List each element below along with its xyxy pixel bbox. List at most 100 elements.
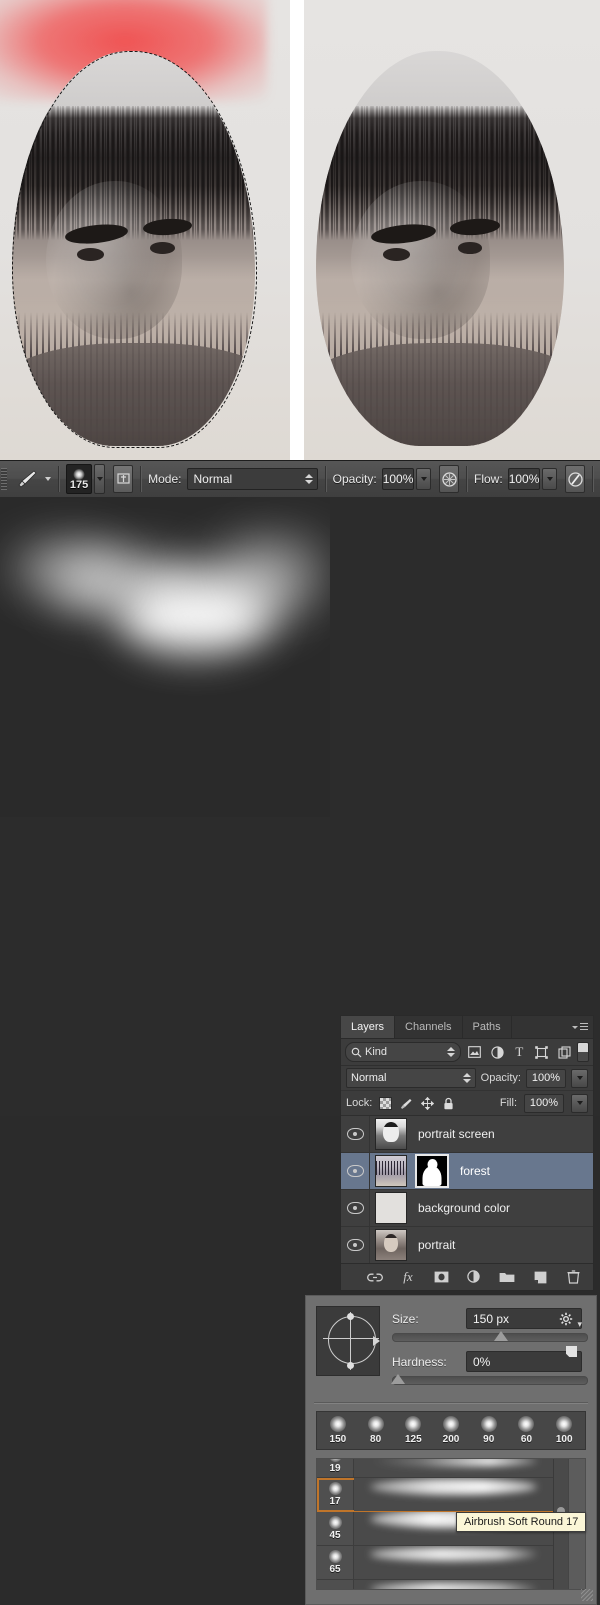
recent-preset-size-1: 80 [370,1434,382,1445]
layer-fill-dropdown[interactable] [571,1093,588,1113]
layer-blend-mode-select[interactable]: Normal [346,1068,476,1088]
document-window-right[interactable] [304,0,600,460]
brush-preset-size-0: 19 [329,1462,341,1474]
add-layer-mask-icon[interactable] [433,1269,449,1285]
recent-preset-size-3: 200 [442,1434,460,1445]
opacity-label: Opacity: [332,472,377,486]
new-group-folder-icon[interactable] [499,1269,515,1285]
layer-visibility-toggle-1[interactable] [341,1153,370,1189]
recent-preset-5[interactable]: 60 [508,1416,546,1445]
recent-preset-6[interactable]: 100 [545,1416,583,1445]
list-item[interactable]: 65 [317,1546,553,1580]
filter-smart-object-icon[interactable] [555,1043,573,1061]
brush-preset-chevron-icon[interactable] [45,477,52,481]
tab-channels[interactable]: Channels [395,1016,463,1038]
angle-handle-arrow-icon[interactable] [373,1336,380,1346]
shoulders-right [315,343,565,447]
brush-hardness-slider-handle[interactable] [391,1374,406,1384]
panel-menu-icon[interactable] [572,1021,588,1033]
list-item[interactable]: 19 [317,1459,553,1478]
brush-preset-left-3: 65 [317,1546,354,1579]
roundness-handle-top[interactable] [347,1313,354,1320]
lock-transparent-pixels-icon[interactable] [379,1096,393,1110]
new-brush-preset-icon[interactable] [566,1346,580,1360]
brush-hardness-slider[interactable] [391,1374,588,1385]
flow-pressure-toggle[interactable] [565,465,586,493]
lock-image-pixels-brush-icon[interactable] [399,1096,413,1110]
filter-shape-layer-icon[interactable] [533,1043,551,1061]
layer-fill-input[interactable]: 100% [524,1093,564,1113]
layer-visibility-toggle-0[interactable] [341,1116,370,1152]
filter-enable-toggle[interactable] [577,1042,589,1062]
stroke-preview-canvas[interactable] [0,497,330,817]
photoshop-window: 175 Mode: Normal Opacity: 100% Flow: 100… [0,0,600,1605]
layer-thumbnail-0[interactable] [375,1118,407,1150]
lock-all-padlock-icon[interactable] [441,1096,455,1110]
table-row[interactable]: portrait [341,1227,593,1263]
filter-adjustment-layer-icon[interactable] [488,1043,506,1061]
layer-name-3[interactable]: portrait [418,1238,455,1252]
layer-opacity-dropdown[interactable] [571,1068,588,1088]
brush-preset-size-2: 45 [329,1530,341,1541]
filter-kind-label: Kind [365,1046,388,1058]
opacity-input[interactable]: 100% [381,468,415,490]
list-item[interactable]: 17 [317,1478,553,1512]
brush-tip-dot-icon [73,469,85,480]
layers-panel: Layers Channels Paths Kind T Normal Opac… [340,1015,594,1291]
airbrush-toggle-button[interactable] [113,465,134,493]
settings-gear-icon[interactable]: ▾ [559,1312,582,1330]
filter-kind-select[interactable]: Kind [345,1042,462,1062]
opacity-dropdown-button[interactable] [416,468,432,490]
recent-preset-3[interactable]: 200 [432,1416,470,1445]
link-layers-icon[interactable] [367,1269,383,1285]
layer-opacity-input[interactable]: 100% [526,1068,566,1088]
table-row[interactable]: forest [341,1153,593,1190]
layer-name-1[interactable]: forest [460,1164,490,1178]
brush-tip-angle-roundness-preview[interactable] [316,1306,380,1376]
layer-name-0[interactable]: portrait screen [418,1127,495,1141]
document-window-left[interactable] [0,0,290,460]
table-row[interactable]: background color [341,1190,593,1227]
roundness-handle-bottom[interactable] [347,1362,354,1369]
layer-thumbnail-1[interactable] [375,1155,407,1187]
recent-preset-0[interactable]: 150 [319,1416,357,1445]
blend-mode-select[interactable]: Normal [186,468,318,490]
brush-hardness-input[interactable]: 0% [466,1351,582,1372]
recent-preset-size-4: 90 [483,1434,495,1445]
delete-layer-trash-icon[interactable] [565,1269,581,1285]
lock-position-move-icon[interactable] [420,1096,434,1110]
flow-input[interactable]: 100% [507,468,541,490]
tab-paths[interactable]: Paths [463,1016,512,1038]
recent-preset-1[interactable]: 80 [357,1416,395,1445]
new-layer-icon[interactable] [532,1269,548,1285]
flow-dropdown-button[interactable] [542,468,558,490]
recent-preset-4[interactable]: 90 [470,1416,508,1445]
layer-visibility-toggle-3[interactable] [341,1227,370,1263]
recent-preset-2[interactable]: 125 [394,1416,432,1445]
panel-resize-grip[interactable] [581,1589,593,1601]
layer-name-2[interactable]: background color [418,1201,510,1215]
brush-size-label: Size: [392,1311,419,1326]
opacity-pressure-toggle[interactable] [439,465,460,493]
brush-preset-picker: Size: 150 px Hardness: 0% ▾ 150 80 125 2… [305,1295,597,1605]
filter-pixel-layer-icon[interactable] [465,1043,483,1061]
tab-layers[interactable]: Layers [341,1016,396,1038]
list-item[interactable] [317,1580,553,1589]
options-bar-grip[interactable] [0,462,8,496]
brush-tool-indicator[interactable] [8,467,52,491]
options-bar: 175 Mode: Normal Opacity: 100% Flow: 100… [0,460,600,498]
table-row[interactable]: portrait screen [341,1116,593,1153]
layer-mask-thumbnail-1[interactable] [415,1154,449,1188]
brush-tip-dot-icon [556,1416,573,1432]
layer-style-fx-icon[interactable]: fx [400,1269,416,1285]
filter-type-layer-icon[interactable]: T [510,1043,528,1061]
recent-preset-size-2: 125 [404,1434,422,1445]
brush-size-slider-handle[interactable] [493,1331,508,1341]
brush-size-slider[interactable] [392,1331,588,1342]
brush-panel-toggle[interactable] [94,464,106,494]
layer-thumbnail-3[interactable] [375,1229,407,1261]
new-adjustment-layer-icon[interactable] [466,1269,482,1285]
layer-visibility-toggle-2[interactable] [341,1190,370,1226]
layer-thumbnail-2[interactable] [375,1192,407,1224]
brush-size-indicator[interactable]: 175 [66,464,93,494]
